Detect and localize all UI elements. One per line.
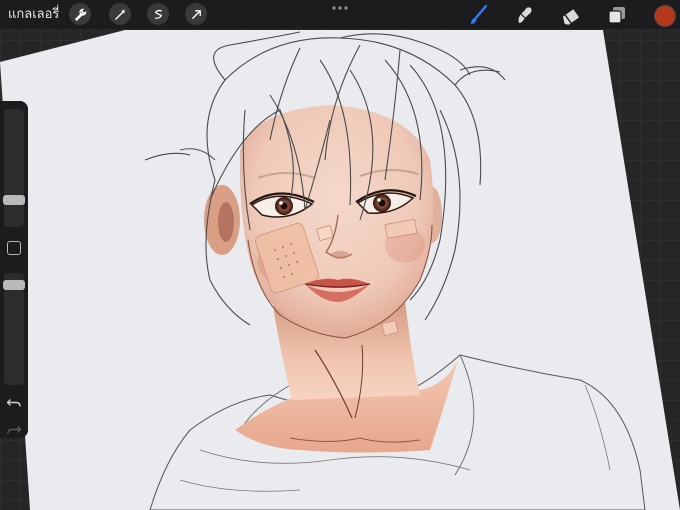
layers-icon[interactable] [605,3,629,27]
brush-size-handle[interactable] [3,195,25,206]
ellipsis-icon[interactable] [330,3,350,13]
drawing-canvas[interactable] [0,0,680,510]
color-swatch-button[interactable] [654,5,676,27]
selection-icon [154,9,162,19]
brush-size-slider[interactable] [4,109,24,227]
brush-icon[interactable] [467,3,491,27]
actions-button[interactable] [69,3,91,25]
opacity-handle[interactable] [3,280,25,291]
undo-icon[interactable] [6,397,22,409]
gallery-button[interactable]: แกลเลอรี่ [8,5,59,24]
modify-button[interactable] [7,241,21,255]
smudge-icon[interactable] [512,3,536,27]
wrench-icon [74,8,86,21]
adjustments-button[interactable] [109,3,131,25]
eraser-icon[interactable] [559,3,583,27]
left-sidebar [0,101,28,438]
transform-arrow-icon [191,9,201,19]
redo-icon[interactable] [6,424,22,436]
selection-button[interactable] [147,3,169,25]
magic-wand-icon [114,8,126,20]
transform-button[interactable] [185,3,207,25]
top-toolbar: แกลเลอรี่ [0,0,680,29]
